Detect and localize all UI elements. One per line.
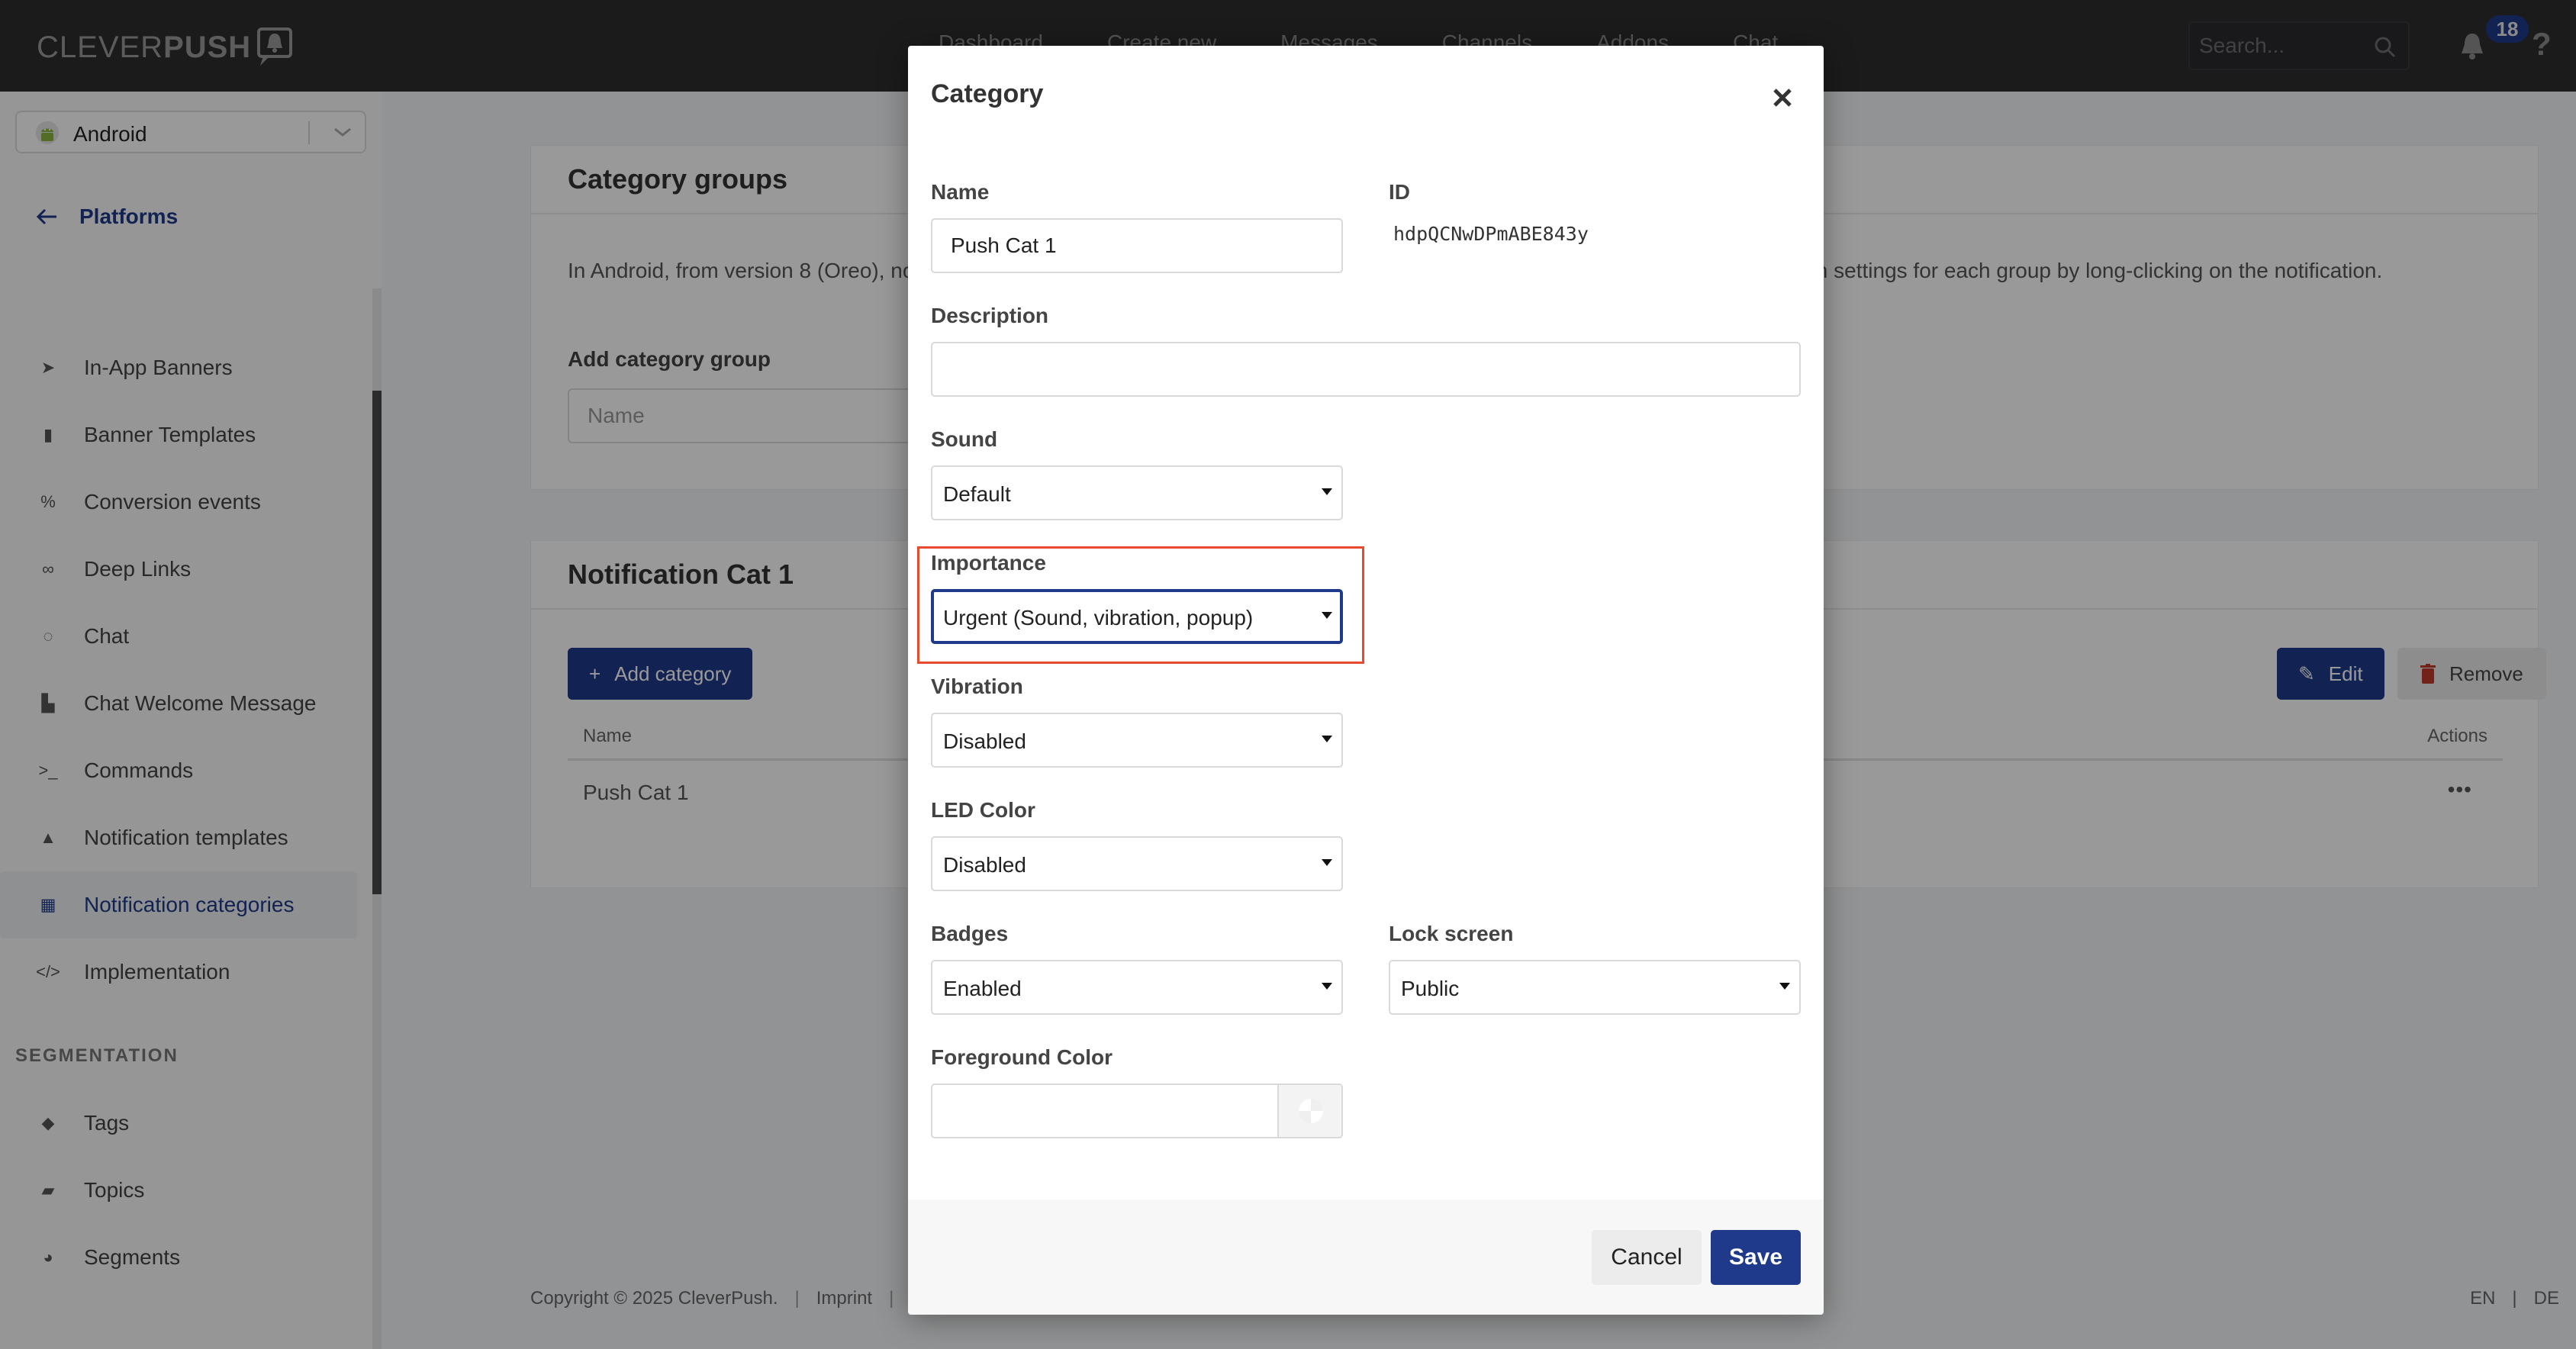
id-label: ID	[1389, 180, 1410, 204]
caret-down-icon	[1779, 983, 1790, 990]
foreground-color-field	[931, 1083, 1343, 1138]
importance-label: Importance	[931, 551, 1046, 575]
importance-select[interactable]: Urgent (Sound, vibration, popup)	[931, 589, 1343, 644]
sound-selected-value: Default	[943, 482, 1011, 506]
description-label: Description	[931, 304, 1049, 327]
led-color-select[interactable]: Disabled	[931, 836, 1343, 891]
lock-screen-selected-value: Public	[1401, 977, 1460, 1000]
lock-screen-select[interactable]: Public	[1389, 960, 1801, 1015]
close-icon[interactable]	[1769, 84, 1796, 111]
foreground-color-input[interactable]	[932, 1085, 1277, 1137]
caret-down-icon	[1322, 488, 1332, 495]
vibration-select[interactable]: Disabled	[931, 713, 1343, 768]
badges-select[interactable]: Enabled	[931, 960, 1343, 1015]
vibration-label: Vibration	[931, 674, 1023, 698]
caret-down-icon	[1322, 859, 1332, 866]
caret-down-icon	[1322, 983, 1332, 990]
led-color-label: LED Color	[931, 798, 1035, 822]
category-id-value: hdpQCNwDPmABE843y	[1393, 223, 1589, 245]
led-color-selected-value: Disabled	[943, 853, 1026, 877]
name-input[interactable]	[931, 218, 1343, 273]
category-modal: Category Name ID hdpQCNwDPmABE843y Descr…	[908, 46, 1824, 1315]
caret-down-icon	[1322, 612, 1332, 619]
badges-label: Badges	[931, 922, 1009, 945]
color-picker-button[interactable]	[1277, 1085, 1341, 1137]
lock-screen-label: Lock screen	[1389, 922, 1514, 945]
modal-footer: Cancel Save	[908, 1199, 1824, 1315]
save-button[interactable]: Save	[1711, 1230, 1801, 1285]
name-label: Name	[931, 180, 990, 204]
foreground-color-label: Foreground Color	[931, 1045, 1113, 1069]
cancel-button[interactable]: Cancel	[1592, 1230, 1702, 1285]
caret-down-icon	[1322, 736, 1332, 742]
vibration-selected-value: Disabled	[943, 729, 1026, 753]
importance-selected-value: Urgent (Sound, vibration, popup)	[943, 606, 1254, 629]
sound-select[interactable]: Default	[931, 465, 1343, 520]
sound-label: Sound	[931, 427, 998, 451]
description-input[interactable]	[931, 342, 1801, 397]
badges-selected-value: Enabled	[943, 977, 1022, 1000]
transparent-color-swatch-icon	[1299, 1099, 1323, 1123]
modal-title: Category	[931, 79, 1044, 108]
